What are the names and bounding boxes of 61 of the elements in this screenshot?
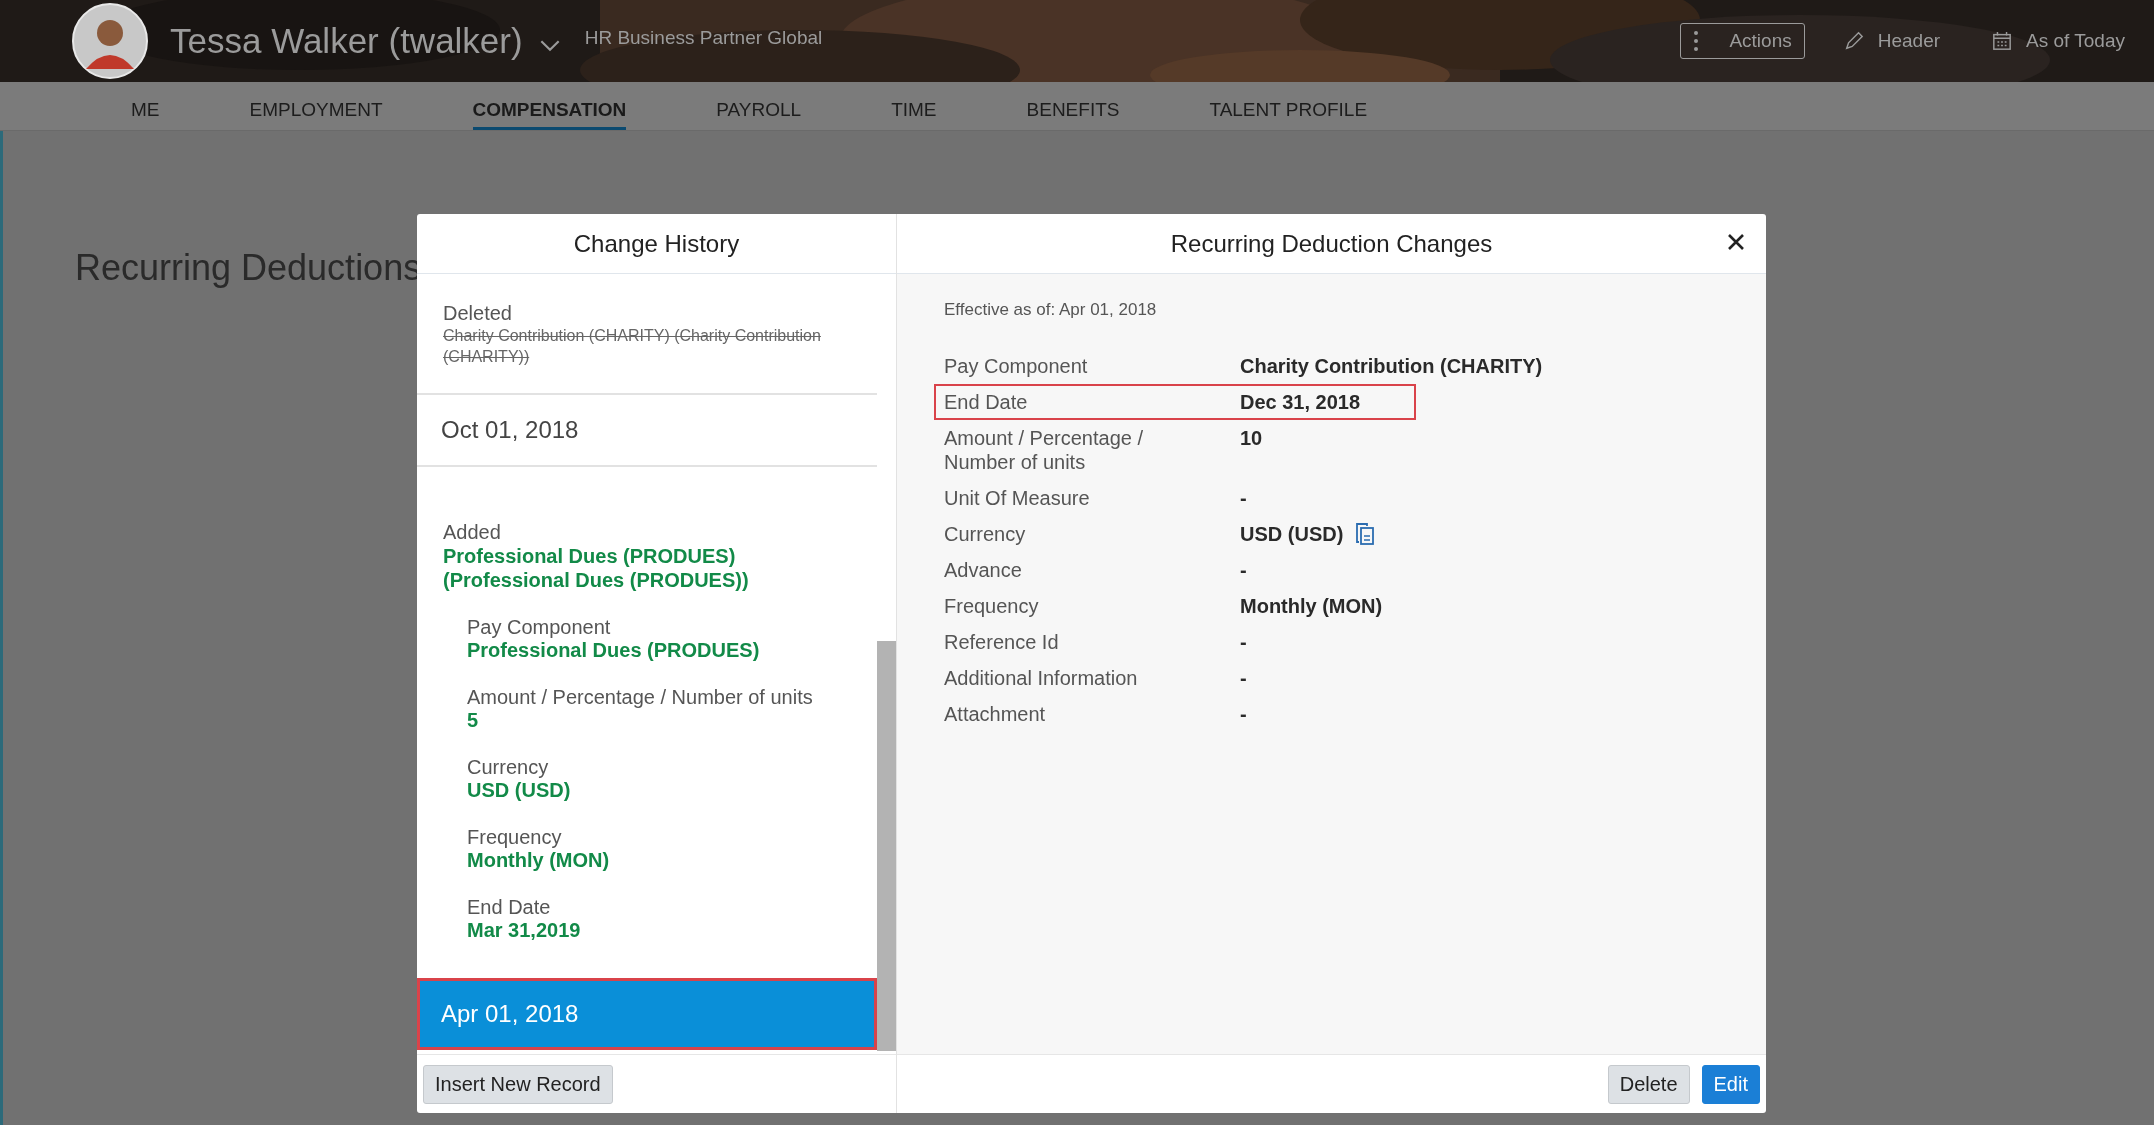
detail-value: - (1240, 486, 1247, 510)
detail-value: - (1240, 558, 1247, 582)
chevron-down-icon[interactable] (538, 38, 561, 52)
detail-value: USD (USD) (1240, 522, 1344, 546)
effective-date: Effective as of: Apr 01, 2018 (944, 300, 1158, 320)
detail-label: Frequency (944, 594, 1040, 618)
change-action: Added (443, 521, 502, 544)
change-name: Professional Dues (PRODUES) (Professional Dues (PRODUES)) (443, 544, 750, 592)
history-title: Change History (573, 229, 740, 258)
user-role: HR Business Partner Global (584, 27, 823, 49)
field-label: End Date (467, 896, 552, 919)
field-value: Professional Dues (PRODUES) (467, 639, 761, 662)
dialog-button[interactable]: Delete (1607, 1064, 1690, 1104)
tab[interactable]: COMPENSATION (472, 82, 627, 130)
detail-value: Monthly (MON) (1240, 594, 1383, 618)
change-name: Charity Contribution (CHARITY) (Charity Contribution (CHARITY)) (443, 326, 822, 367)
change-action: Deleted (443, 302, 513, 325)
detail-label: Reference Id (944, 630, 1060, 654)
field-value: USD (USD) (467, 779, 572, 802)
detail-label: End Date (944, 390, 1029, 414)
header-action-button[interactable]: Actions (1680, 23, 1805, 59)
details-title: Recurring Deduction Changes (1170, 229, 1493, 258)
tab[interactable]: TALENT PROFILE (1209, 82, 1368, 130)
detail-label: Advance (944, 558, 1023, 582)
detail-value: - (1240, 702, 1247, 726)
detail-value: 10 (1240, 426, 1263, 450)
field-value: Monthly (MON) (467, 849, 611, 872)
scrollbar-thumb[interactable] (877, 641, 896, 1051)
header-action-button[interactable]: As of Today (1979, 23, 2138, 59)
avatar-icon[interactable] (72, 3, 148, 79)
user-name[interactable]: Tessa Walker (twalker) (170, 21, 523, 61)
detail-value: Dec 31, 2018 (1240, 390, 1361, 414)
field-value: Mar 31,2019 (467, 919, 582, 942)
field-label: Frequency (467, 826, 563, 849)
tab[interactable]: PAYROLL (716, 82, 802, 130)
detail-label: Additional Information (944, 666, 1139, 690)
field-label: Currency (467, 756, 550, 779)
detail-label: Attachment (944, 702, 1047, 726)
insert-new-record-button[interactable]: Insert New Record (423, 1064, 613, 1104)
detail-label: Unit Of Measure (944, 486, 1091, 510)
field-label: Amount / Percentage / Number of units (467, 686, 814, 709)
vertical-dots-icon (1693, 30, 1700, 52)
detail-value: - (1240, 666, 1247, 690)
page-title: Recurring Deductions (75, 247, 423, 289)
calendar-icon (1992, 30, 2013, 52)
tab[interactable]: EMPLOYMENT (249, 82, 383, 130)
tab[interactable]: BENEFITS (1026, 82, 1120, 130)
field-label: Pay Component (467, 616, 612, 639)
pencil-icon (1843, 30, 1864, 52)
detail-label: Pay Component (944, 354, 1089, 378)
tab[interactable]: TIME (891, 82, 937, 130)
tab[interactable]: ME (131, 82, 160, 130)
detail-label: Currency (944, 522, 1027, 546)
field-value: 5 (467, 709, 480, 732)
dialog-button[interactable]: Edit (1701, 1064, 1760, 1104)
detail-value: - (1240, 630, 1247, 654)
history-date-item[interactable]: Apr 01, 2018 (417, 978, 877, 1050)
header-action-button[interactable]: Header (1830, 23, 1954, 59)
copy-icon[interactable] (1355, 522, 1376, 546)
detail-value: Charity Contribution (CHARITY) (1240, 354, 1543, 378)
detail-label: Amount / Percentage / Number of units (944, 426, 1144, 474)
